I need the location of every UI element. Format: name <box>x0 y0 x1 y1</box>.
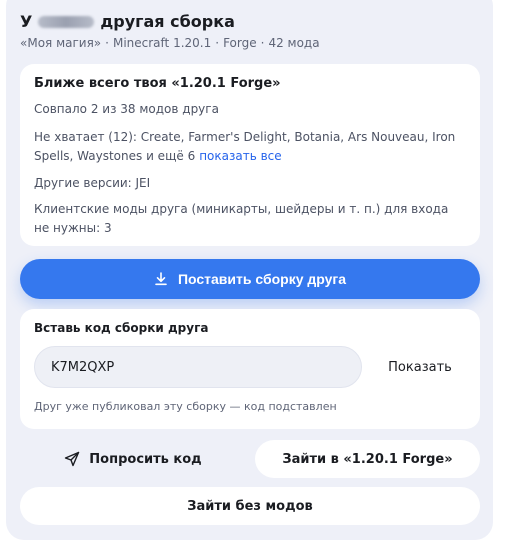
pack-code-input[interactable] <box>34 346 362 388</box>
download-icon <box>155 272 167 286</box>
separator: · <box>215 36 220 50</box>
separator: · <box>260 36 265 50</box>
closest-match-card: Ближе всего твоя «1.20.1 Forge» Совпало … <box>20 64 480 246</box>
missing-mods-text: Не хватает (12): Create, Farmer's Deligh… <box>34 128 464 166</box>
install-button-label: Поставить сборку друга <box>177 271 347 287</box>
pack-code-card: Вставь код сборки друга Показать Друг уж… <box>20 309 480 429</box>
match-heading: Ближе всего твоя «1.20.1 Forge» <box>34 76 281 91</box>
show-all-link[interactable]: показать все <box>199 149 281 163</box>
ask-code-label: Попросить код <box>89 451 202 467</box>
matched-mods-text: Совпало 2 из 38 модов друга <box>34 102 219 116</box>
title-suffix: другая сборка <box>100 12 235 31</box>
show-code-button[interactable]: Показать <box>374 346 466 388</box>
mod-count: 42 мода <box>268 36 320 50</box>
pack-name: «Моя магия» <box>20 36 102 50</box>
join-button-label: Зайти в «1.20.1 Forge» <box>282 451 453 467</box>
loader-name: Forge <box>223 36 257 50</box>
pack-subtitle: «Моя магия» · Minecraft 1.20.1 · Forge · 42 мо… <box>20 36 320 50</box>
minecraft-version: Minecraft 1.20.1 <box>112 36 212 50</box>
send-icon <box>65 451 80 467</box>
ask-code-button[interactable]: Попросить код <box>20 440 246 478</box>
title-prefix: У <box>20 12 33 31</box>
pack-code-label: Вставь код сборки друга <box>34 321 209 335</box>
blurred-friend-name <box>38 15 95 28</box>
join-without-mods-button[interactable]: Зайти без модов <box>20 487 480 525</box>
install-friend-pack-button[interactable]: Поставить сборку друга <box>20 259 480 299</box>
other-versions-text: Другие версии: JEI <box>34 176 151 190</box>
panel-title: У другая сборка <box>20 12 235 31</box>
join-without-mods-label: Зайти без модов <box>187 498 313 514</box>
client-mods-text: Клиентские моды друга (миникарты, шейдер… <box>34 202 449 235</box>
separator: · <box>105 36 109 50</box>
join-closest-pack-button[interactable]: Зайти в «1.20.1 Forge» <box>255 440 480 478</box>
pack-code-hint: Друг уже публиковал эту сборку — код под… <box>34 400 337 413</box>
